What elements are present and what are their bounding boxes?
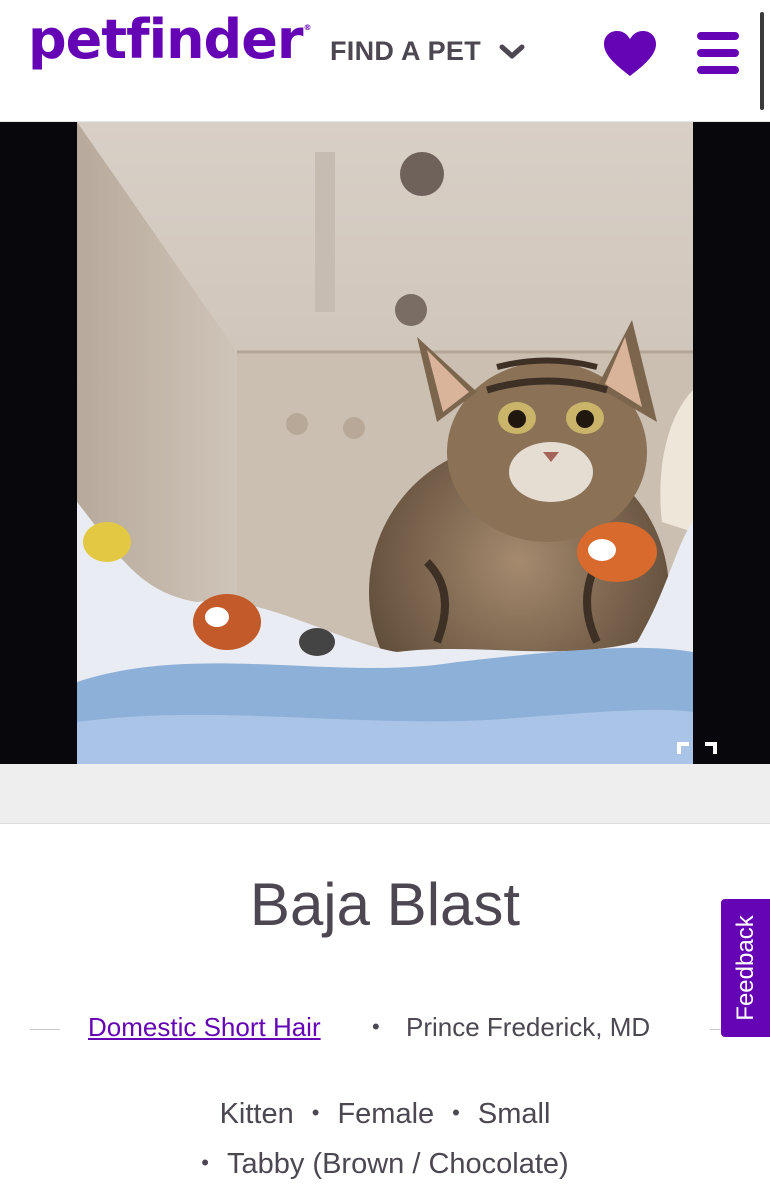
logo-registered-mark: ®	[303, 23, 311, 32]
logo-text: petfinder	[28, 8, 303, 71]
site-header: petfinder® FIND A PET	[0, 0, 770, 122]
pet-age: Kitten	[219, 1098, 294, 1130]
separator-dot: •	[311, 1100, 320, 1125]
separator-dot: •	[201, 1150, 209, 1175]
chevron-down-icon	[499, 44, 525, 58]
breed-link[interactable]: Domestic Short Hair	[88, 1012, 321, 1043]
find-a-pet-label: FIND A PET	[330, 36, 481, 66]
pet-color: Tabby (Brown / Chocolate)	[226, 1148, 569, 1180]
pet-location: Prince Frederick, MD	[406, 1012, 651, 1042]
breed-location-line: Domestic Short Hair • Prince Frederick, …	[0, 1012, 770, 1046]
separator-dot: •	[372, 1014, 380, 1039]
scrollbar[interactable]	[760, 12, 764, 110]
find-a-pet-dropdown[interactable]: FIND A PET	[330, 36, 525, 67]
kitten-photo-illustration	[77, 122, 693, 764]
pet-size: Small	[477, 1098, 551, 1130]
main-menu-button[interactable]	[695, 30, 741, 76]
gallery-footer-band	[0, 764, 770, 824]
feedback-tab[interactable]: Feedback	[721, 899, 770, 1037]
favorites-button[interactable]	[603, 30, 657, 78]
pet-name-heading: Baja Blast	[249, 871, 521, 938]
divider-left	[30, 1029, 60, 1030]
hamburger-menu-icon	[697, 32, 739, 74]
pet-sex: Female	[337, 1098, 435, 1130]
pet-attributes-line: Kitten • Female • Small	[0, 1098, 770, 1131]
pet-color-line: • Tabby (Brown / Chocolate)	[0, 1148, 770, 1181]
heart-icon	[604, 31, 656, 76]
feedback-label: Feedback	[731, 915, 759, 1021]
photo-gallery	[0, 122, 770, 782]
separator-dot: •	[452, 1100, 460, 1125]
pet-photo[interactable]	[77, 122, 693, 764]
petfinder-logo[interactable]: petfinder®	[28, 8, 311, 71]
